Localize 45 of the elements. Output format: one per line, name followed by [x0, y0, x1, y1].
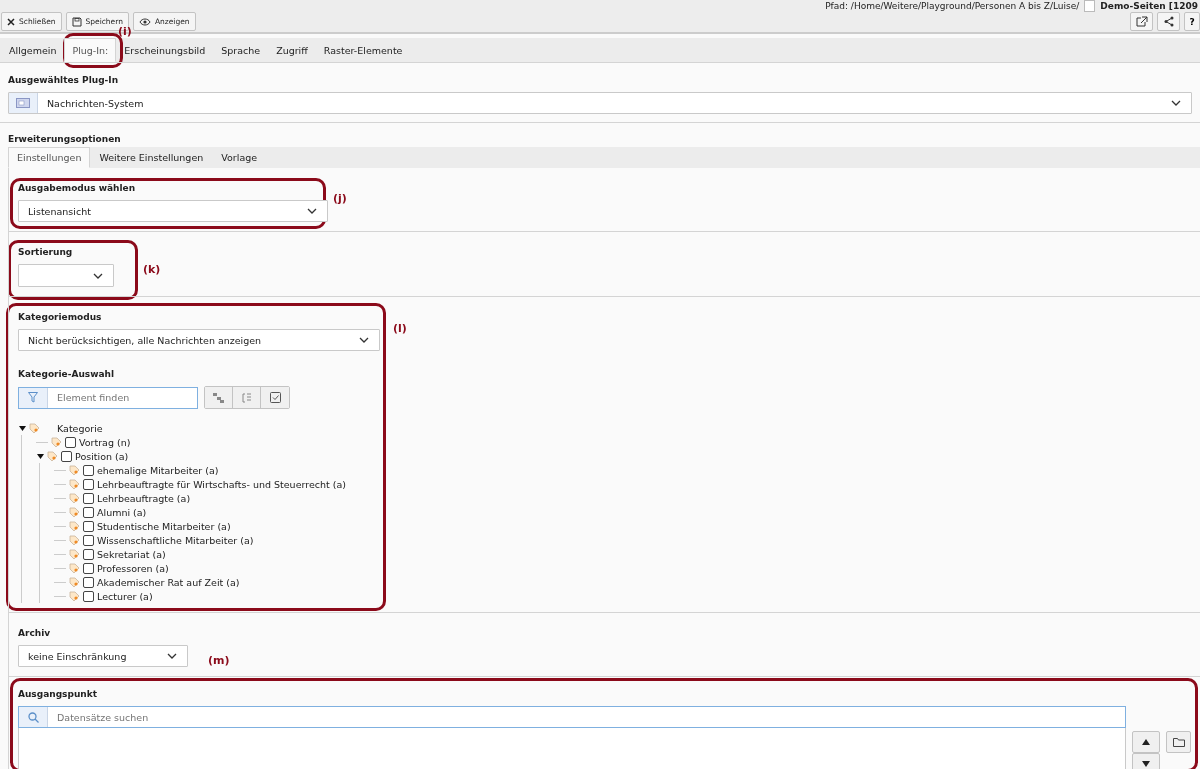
field-label: Ausgangspunkt — [18, 689, 97, 699]
tree-item-label[interactable]: Akademischer Rat auf Zeit (a) — [97, 576, 240, 588]
tree-item-label[interactable]: Professoren (a) — [97, 562, 169, 574]
tab[interactable]: Allgemein — [1, 38, 65, 62]
field-label: Kategoriemodus — [18, 312, 102, 322]
tab[interactable]: Erscheinungsbild — [116, 38, 214, 62]
tree-item-label[interactable]: Vortrag (n) — [79, 436, 131, 448]
tree-item-label[interactable]: Studentische Mitarbeiter (a) — [97, 520, 231, 532]
field-label: Sortierung — [18, 247, 73, 257]
tree-item-label[interactable]: Alumni (a) — [97, 506, 147, 518]
annotation-label: (j) — [333, 192, 347, 205]
annotation-label: (m) — [208, 654, 230, 667]
record-search-field[interactable]: Datensätze suchen — [18, 706, 1126, 728]
tree-item-label[interactable]: ehemalige Mitarbeiter (a) — [97, 464, 219, 476]
tab[interactable]: Sprache — [213, 38, 269, 62]
record-search-input[interactable]: Datensätze suchen — [48, 710, 1125, 724]
filter-input[interactable]: Element finden — [48, 391, 197, 404]
field-label: Archiv — [18, 628, 51, 638]
output-mode-select[interactable]: Listenansicht — [18, 200, 328, 222]
tab[interactable]: Weitere Einstellungen — [90, 147, 213, 168]
field-label: Ausgewähltes Plug-In — [8, 75, 119, 85]
annotation-label: (l) — [393, 322, 407, 335]
help-button[interactable]: ? — [1184, 12, 1200, 31]
filter-field[interactable]: Element finden — [18, 386, 198, 409]
tree-item-label[interactable]: Lehrbeauftragte (a) — [97, 492, 191, 504]
archive-select[interactable]: keine Einschränkung — [18, 645, 188, 667]
tab[interactable]: Einstellungen — [8, 147, 91, 168]
tree-item-label[interactable]: Lehrbeauftragte für Wirtschafts- und Steuerrecht (a) — [97, 478, 346, 490]
section-title: Erweiterungsoptionen — [7, 133, 122, 144]
page-title: Demo-Seiten [1209 — [1100, 0, 1198, 11]
field-label: Ausgabemodus wählen — [18, 183, 136, 193]
annotation-label: (k) — [143, 263, 161, 276]
tree-item-label[interactable]: Position (a) — [75, 450, 129, 462]
tree-item-label[interactable]: Wissenschaftliche Mitarbeiter (a) — [97, 534, 254, 546]
page-path: Pfad: /Home/Weitere/Playground/Personen A bis Z/Luise/ — [825, 0, 1080, 11]
tab[interactable]: Vorlage — [212, 147, 267, 168]
tree-item-label[interactable]: Sekretariat (a) — [97, 548, 166, 560]
field-label: Kategorie-Auswahl — [18, 369, 115, 379]
tab[interactable]: Plug-In: — [64, 38, 117, 62]
plugin-select[interactable]: Nachrichten-System — [8, 92, 1192, 114]
tab[interactable]: Zugriff — [268, 38, 316, 62]
tree-item-label[interactable]: Kategorie — [57, 422, 103, 434]
category-mode-select[interactable]: Nicht berücksichtigen, alle Nachrichten anzeigen — [18, 329, 380, 351]
tree-item-label[interactable]: Lecturer (a) — [97, 590, 153, 602]
tab[interactable]: Raster-Elemente — [315, 38, 411, 62]
